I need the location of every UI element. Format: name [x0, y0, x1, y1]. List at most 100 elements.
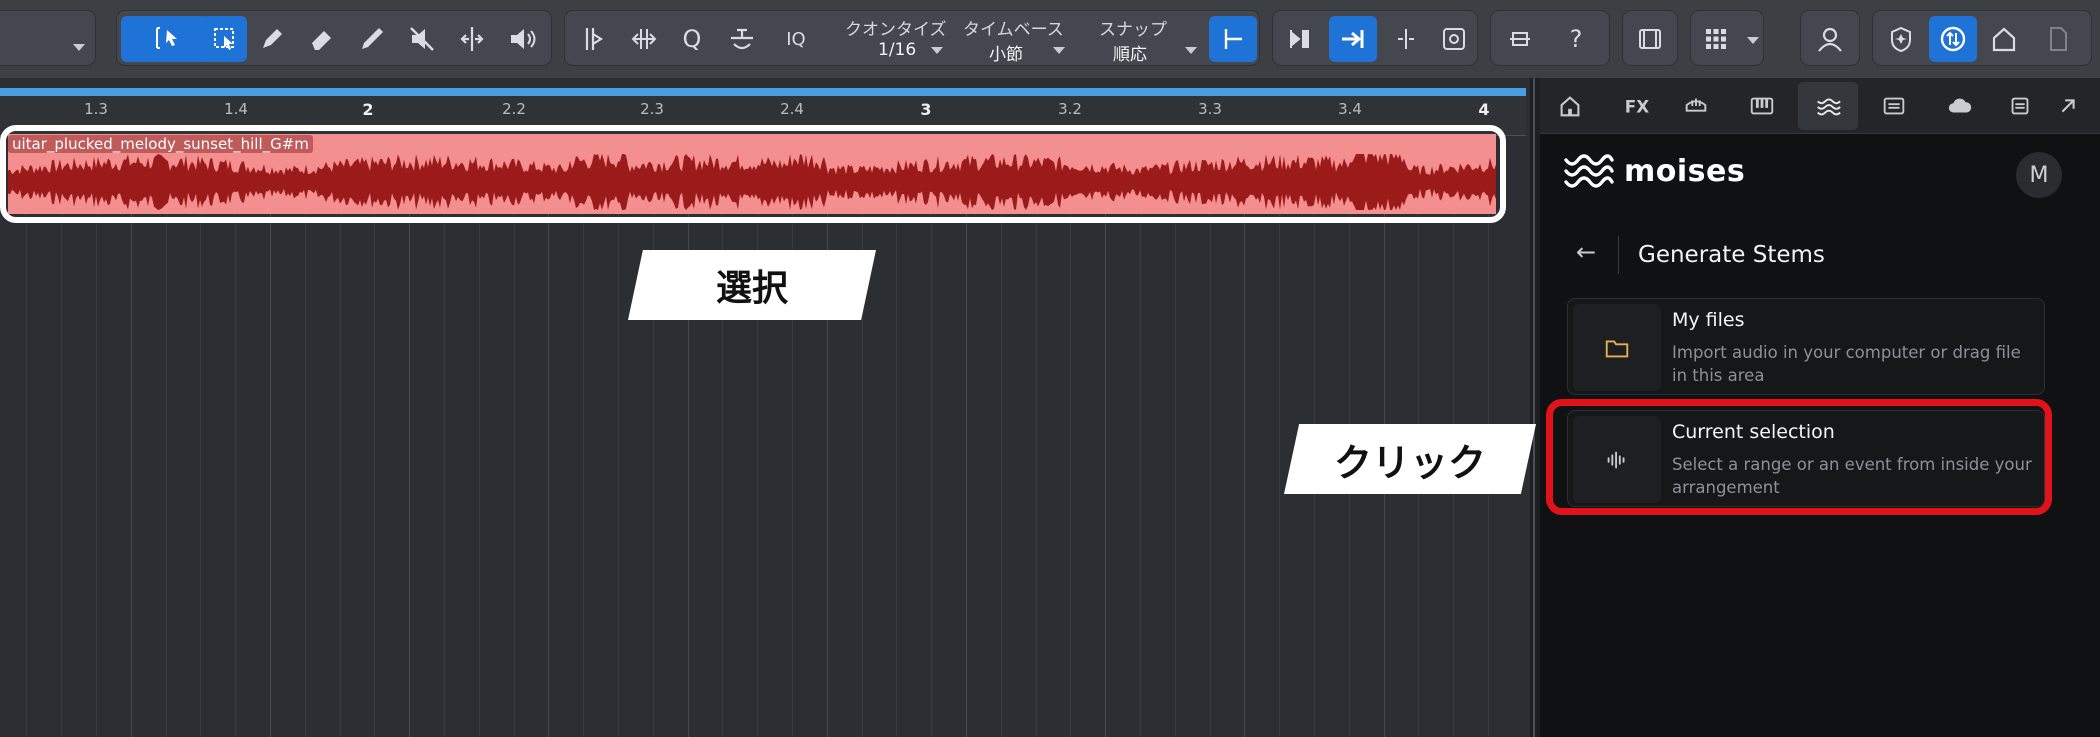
- panel-divider[interactable]: [1530, 78, 1540, 737]
- moises-logo-icon: [1564, 154, 1614, 188]
- panel-tab-bar: FX: [1540, 78, 2100, 134]
- quantize-group: Q IQ クオンタイズ 1/16 タイムベース 小節 スナップ 順応: [564, 10, 1260, 66]
- home-button[interactable]: [1981, 16, 2027, 62]
- range-tool-button[interactable]: [203, 16, 247, 62]
- follow-playhead-button[interactable]: [1329, 16, 1377, 62]
- zoom-fit-button[interactable]: [1431, 16, 1477, 62]
- add-on-button[interactable]: [1879, 16, 1925, 62]
- help-button[interactable]: ?: [1553, 16, 1599, 62]
- grid-line: [1140, 136, 1141, 737]
- grid-line: [409, 136, 410, 737]
- card-description: Import audio in your computer or drag fi…: [1672, 343, 2021, 385]
- audio-bend-button[interactable]: [571, 16, 617, 62]
- account-button[interactable]: [1807, 16, 1853, 62]
- select-callout: 選択: [628, 250, 876, 320]
- quantize-label: クオンタイズ: [845, 20, 947, 40]
- grid-chevron-icon[interactable]: [1747, 37, 1759, 44]
- snap-toggle-button[interactable]: [1209, 16, 1257, 62]
- eraser-icon: [312, 31, 331, 50]
- loop-bar[interactable]: [0, 88, 1526, 96]
- document-icon: [2050, 27, 2067, 51]
- quantize-chevron-icon[interactable]: [931, 47, 943, 54]
- grid-line: [896, 136, 897, 737]
- cloud-icon: [1948, 98, 1972, 113]
- loop-icon: [1685, 98, 1707, 112]
- ruler-label: 3.4: [1338, 100, 1362, 118]
- svg-text:FX: FX: [1625, 97, 1649, 117]
- tab-detach[interactable]: [2040, 82, 2096, 130]
- mute-tool-button[interactable]: [399, 16, 445, 62]
- arrow-tool-button[interactable]: [121, 16, 211, 62]
- back-arrow-icon[interactable]: ←: [1576, 238, 1596, 266]
- snap-value[interactable]: 順応: [1113, 40, 1147, 65]
- grid-line: [931, 136, 932, 737]
- tab-instruments[interactable]: [1732, 82, 1792, 130]
- groove-button[interactable]: [719, 16, 765, 62]
- tab-home[interactable]: [1540, 82, 1600, 130]
- loop-button[interactable]: [1275, 16, 1321, 62]
- document-button[interactable]: [2035, 16, 2081, 62]
- video-group: [1622, 10, 1678, 66]
- quantize-value[interactable]: 1/16: [878, 40, 916, 60]
- inspector-icon: [1510, 32, 1530, 46]
- ruler-label: 2.4: [780, 100, 804, 118]
- split-marker-icon: [1398, 29, 1414, 49]
- pencil-tool-button[interactable]: [249, 16, 295, 62]
- arrangement-view[interactable]: 1.3 1.4 2 2.2 2.3 2.4 3 3.2 3.3 3.4 4 ui…: [0, 78, 1530, 737]
- grid-line: [200, 136, 201, 737]
- quantize-q-button[interactable]: Q: [669, 16, 715, 62]
- split-tool-button[interactable]: [449, 16, 495, 62]
- speaker-icon: [511, 29, 536, 49]
- video-button[interactable]: [1627, 16, 1673, 62]
- timebase-chevron-icon[interactable]: [1053, 47, 1065, 54]
- iq-button[interactable]: IQ: [773, 16, 819, 62]
- tab-loops[interactable]: [1666, 82, 1726, 130]
- tab-cloud[interactable]: [1930, 82, 1990, 130]
- tab-fx[interactable]: FX: [1606, 82, 1666, 130]
- grid-line: [827, 136, 828, 737]
- paint-tool-button[interactable]: [349, 16, 395, 62]
- mute-speaker-icon: [410, 27, 434, 51]
- grid-line: [1070, 136, 1071, 737]
- moises-logo: moises: [1564, 152, 1745, 190]
- toolbar-dropdown-group: [0, 10, 96, 66]
- grid-line: [26, 136, 27, 737]
- tab-files[interactable]: [1864, 82, 1924, 130]
- grid-line: [1279, 136, 1280, 737]
- playback-tools-group: [1272, 10, 1478, 66]
- home-icon: [1560, 96, 1580, 117]
- range-select-icon: [214, 28, 234, 50]
- header-divider: [1618, 236, 1619, 274]
- fx-icon: FX: [1625, 97, 1649, 117]
- grid-line: [374, 136, 375, 737]
- tab-moises[interactable]: [1798, 82, 1858, 130]
- stretch-button[interactable]: [621, 16, 667, 62]
- moises-brand: moises: [1624, 153, 1746, 189]
- marker-split-button[interactable]: [1383, 16, 1429, 62]
- avatar[interactable]: M: [2016, 152, 2062, 198]
- snap-magnet-icon: [1224, 29, 1242, 49]
- timebase-value[interactable]: 小節: [989, 40, 1023, 65]
- grid-line: [514, 136, 515, 737]
- grid-line: [444, 136, 445, 737]
- snap-chevron-icon[interactable]: [1185, 47, 1197, 54]
- grid-line: [966, 136, 967, 737]
- user-icon: [1818, 27, 1842, 52]
- listen-tool-button[interactable]: [499, 16, 545, 62]
- chevron-down-icon[interactable]: [73, 44, 85, 51]
- sync-button[interactable]: [1929, 16, 1977, 62]
- timebase-label: タイムベース: [963, 20, 1064, 40]
- grid-line: [61, 136, 62, 737]
- grid-line: [270, 136, 271, 737]
- grid-line: [862, 136, 863, 737]
- external-arrow-icon: [2061, 99, 2075, 113]
- info-view-button[interactable]: [1497, 16, 1543, 62]
- grid-line: [1175, 136, 1176, 737]
- eraser-tool-button[interactable]: [299, 16, 345, 62]
- audio-event[interactable]: uitar_plucked_melody_sunset_hill_G#m: [8, 134, 1496, 214]
- right-tools-group: [1872, 10, 2092, 66]
- my-files-card[interactable]: My files Import audio in your computer o…: [1567, 298, 2045, 395]
- grid-view-button[interactable]: [1693, 16, 1739, 62]
- grid-line: [548, 136, 549, 737]
- grid-line: [479, 136, 480, 737]
